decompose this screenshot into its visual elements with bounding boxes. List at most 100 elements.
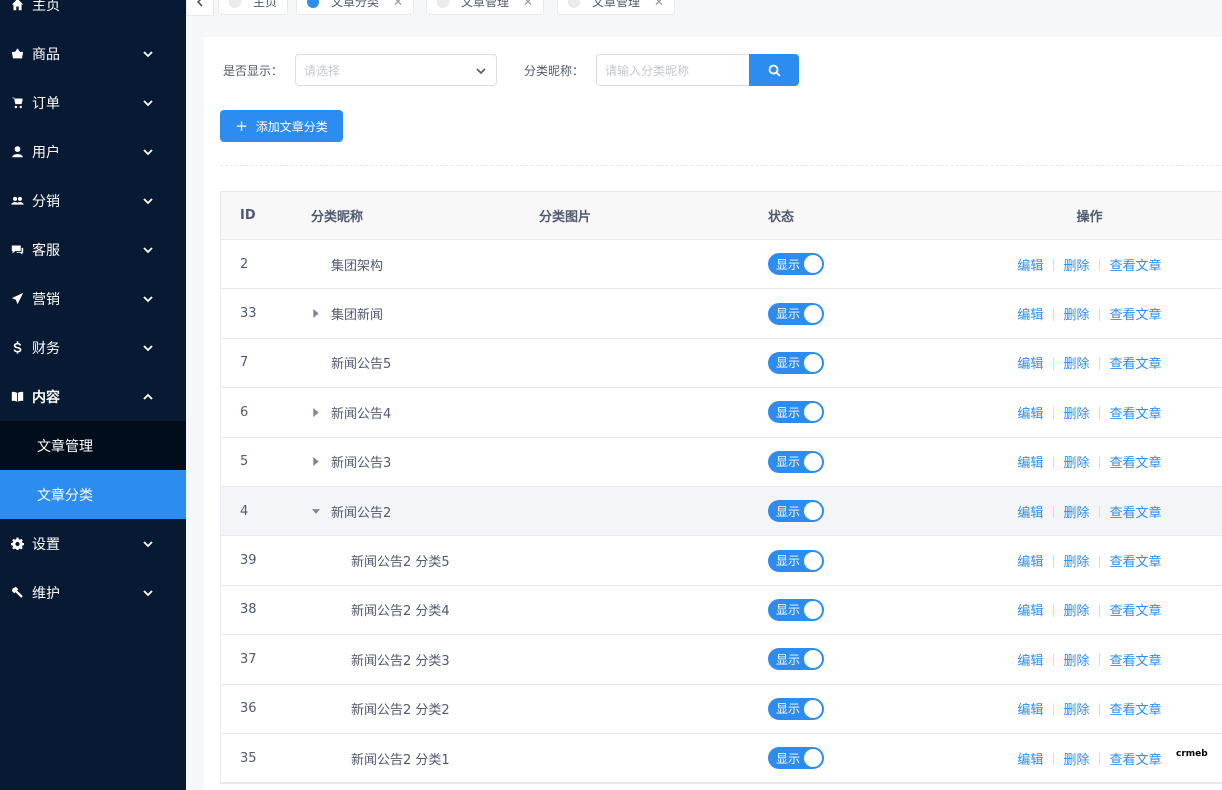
status-toggle-label: 显示 [776, 504, 801, 519]
status-toggle[interactable]: 显示 [768, 302, 824, 325]
sidebar-item-home[interactable]: 主页 [0, 0, 186, 29]
status-toggle[interactable]: 显示 [768, 598, 824, 621]
delete-link[interactable]: 删除 [1063, 304, 1089, 323]
status-toggle[interactable]: 显示 [768, 549, 824, 572]
add-article-category-button[interactable]: + 添加文章分类 [220, 110, 343, 142]
cell-status: 显示 [768, 401, 946, 424]
edit-link[interactable]: 编辑 [1017, 749, 1043, 768]
cell-name: 新闻公告2 分类3 [311, 650, 539, 669]
status-toggle-label: 显示 [776, 702, 801, 717]
show-select[interactable]: 请选择 [295, 54, 497, 86]
toggle-knob [804, 403, 822, 422]
delete-link[interactable]: 删除 [1063, 551, 1089, 570]
show-select-placeholder: 请选择 [304, 63, 341, 78]
view-articles-link[interactable]: 查看文章 [1110, 452, 1162, 471]
edit-link[interactable]: 编辑 [1017, 502, 1043, 521]
cell-status: 显示 [768, 450, 946, 473]
status-toggle-label: 显示 [776, 356, 801, 371]
caret-right-icon[interactable] [311, 457, 321, 467]
status-toggle[interactable]: 显示 [768, 747, 824, 770]
sidebar-item-settings[interactable]: 设置 [0, 519, 186, 568]
delete-link[interactable]: 删除 [1063, 502, 1089, 521]
sidebar-item-service[interactable]: 客服 [0, 225, 186, 274]
sidebar-item-marketing[interactable]: 营销 [0, 274, 186, 323]
status-toggle[interactable]: 显示 [768, 648, 824, 671]
tab-scroll-left-button[interactable] [186, 0, 214, 16]
search-button[interactable] [749, 54, 799, 86]
edit-link[interactable]: 编辑 [1017, 403, 1043, 422]
delete-link[interactable]: 删除 [1063, 650, 1089, 669]
edit-link[interactable]: 编辑 [1017, 551, 1043, 570]
toggle-knob [804, 699, 822, 718]
caret-down-icon[interactable] [311, 506, 321, 516]
view-articles-link[interactable]: 查看文章 [1110, 551, 1162, 570]
toggle-knob [804, 749, 822, 768]
delete-link[interactable]: 删除 [1063, 600, 1089, 619]
edit-link[interactable]: 编辑 [1017, 650, 1043, 669]
edit-link[interactable]: 编辑 [1017, 255, 1043, 274]
cell-id: 33 [240, 306, 257, 322]
sidebar-subitem-article-management[interactable]: 文章管理 [0, 421, 186, 470]
tab-article-management-2[interactable]: 文章管理 ✕ [557, 0, 676, 15]
table-row: 37 新闻公告2 分类3 显示 编辑 | 删除 | 查看文章 [221, 635, 1222, 685]
sidebar-item-users[interactable]: 用户 [0, 127, 186, 176]
cell-name: 集团新闻 [311, 304, 539, 323]
status-toggle[interactable]: 显示 [768, 351, 824, 374]
cell-status: 显示 [768, 549, 946, 572]
edit-link[interactable]: 编辑 [1017, 452, 1043, 471]
close-icon[interactable]: ✕ [393, 0, 403, 9]
sidebar-item-content[interactable]: 内容 [0, 372, 186, 421]
close-icon[interactable]: ✕ [523, 0, 533, 9]
cell-status: 显示 [768, 598, 946, 621]
view-articles-link[interactable]: 查看文章 [1110, 502, 1162, 521]
caret-right-icon[interactable] [311, 309, 321, 319]
delete-link[interactable]: 删除 [1063, 255, 1089, 274]
view-articles-link[interactable]: 查看文章 [1110, 403, 1162, 422]
edit-link[interactable]: 编辑 [1017, 353, 1043, 372]
table-body: 2 集团架构 显示 编辑 | 删除 | 查看文章 33 集团新闻 显示 编辑 | 删除 | 查看文章 7 新闻公告… [221, 240, 1222, 784]
cell-name: 新闻公告2 分类4 [311, 600, 539, 619]
delete-link[interactable]: 删除 [1063, 699, 1089, 718]
delete-link[interactable]: 删除 [1063, 749, 1089, 768]
view-articles-link[interactable]: 查看文章 [1110, 650, 1162, 669]
status-toggle[interactable]: 显示 [768, 253, 824, 276]
sidebar-item-orders[interactable]: 订单 [0, 78, 186, 127]
tab-home[interactable]: 主页 [218, 0, 289, 15]
cell-name-text: 新闻公告3 [331, 456, 392, 472]
view-articles-link[interactable]: 查看文章 [1110, 353, 1162, 372]
status-toggle[interactable]: 显示 [768, 500, 824, 523]
plus-icon: + [235, 116, 248, 135]
view-articles-link[interactable]: 查看文章 [1110, 255, 1162, 274]
sidebar-item-label: 维护 [32, 585, 60, 602]
tab-article-category[interactable]: 文章分类 ✕ [296, 0, 415, 15]
cell-name-text: 新闻公告5 [331, 357, 392, 373]
delete-link[interactable]: 删除 [1063, 353, 1089, 372]
view-articles-link[interactable]: 查看文章 [1110, 749, 1162, 768]
sidebar-item-distribution[interactable]: 分销 [0, 176, 186, 225]
delete-link[interactable]: 删除 [1063, 452, 1089, 471]
edit-link[interactable]: 编辑 [1017, 699, 1043, 718]
cell-status: 显示 [768, 648, 946, 671]
edit-link[interactable]: 编辑 [1017, 600, 1043, 619]
sidebar-item-products[interactable]: 商品 [0, 29, 186, 78]
op-divider: | [1051, 257, 1056, 272]
cell-name: 新闻公告2 分类5 [311, 551, 539, 570]
sidebar-item-finance[interactable]: 财务 [0, 323, 186, 372]
name-search-input[interactable]: 请输入分类昵称 [596, 54, 750, 86]
edit-link[interactable]: 编辑 [1017, 304, 1043, 323]
header-ops: 操作 [1076, 210, 1103, 225]
view-articles-link[interactable]: 查看文章 [1110, 304, 1162, 323]
tab-article-management[interactable]: 文章管理 ✕ [426, 0, 545, 15]
view-articles-link[interactable]: 查看文章 [1110, 699, 1162, 718]
caret-right-icon[interactable] [311, 407, 321, 417]
divider [220, 165, 1222, 166]
cell-name: 集团架构 [311, 255, 539, 274]
delete-link[interactable]: 删除 [1063, 403, 1089, 422]
status-toggle[interactable]: 显示 [768, 450, 824, 473]
sidebar-subitem-article-category[interactable]: 文章分类 [0, 470, 186, 519]
status-toggle[interactable]: 显示 [768, 401, 824, 424]
close-icon[interactable]: ✕ [654, 0, 664, 9]
status-toggle[interactable]: 显示 [768, 697, 824, 720]
view-articles-link[interactable]: 查看文章 [1110, 600, 1162, 619]
sidebar-item-maintenance[interactable]: 维护 [0, 568, 186, 617]
